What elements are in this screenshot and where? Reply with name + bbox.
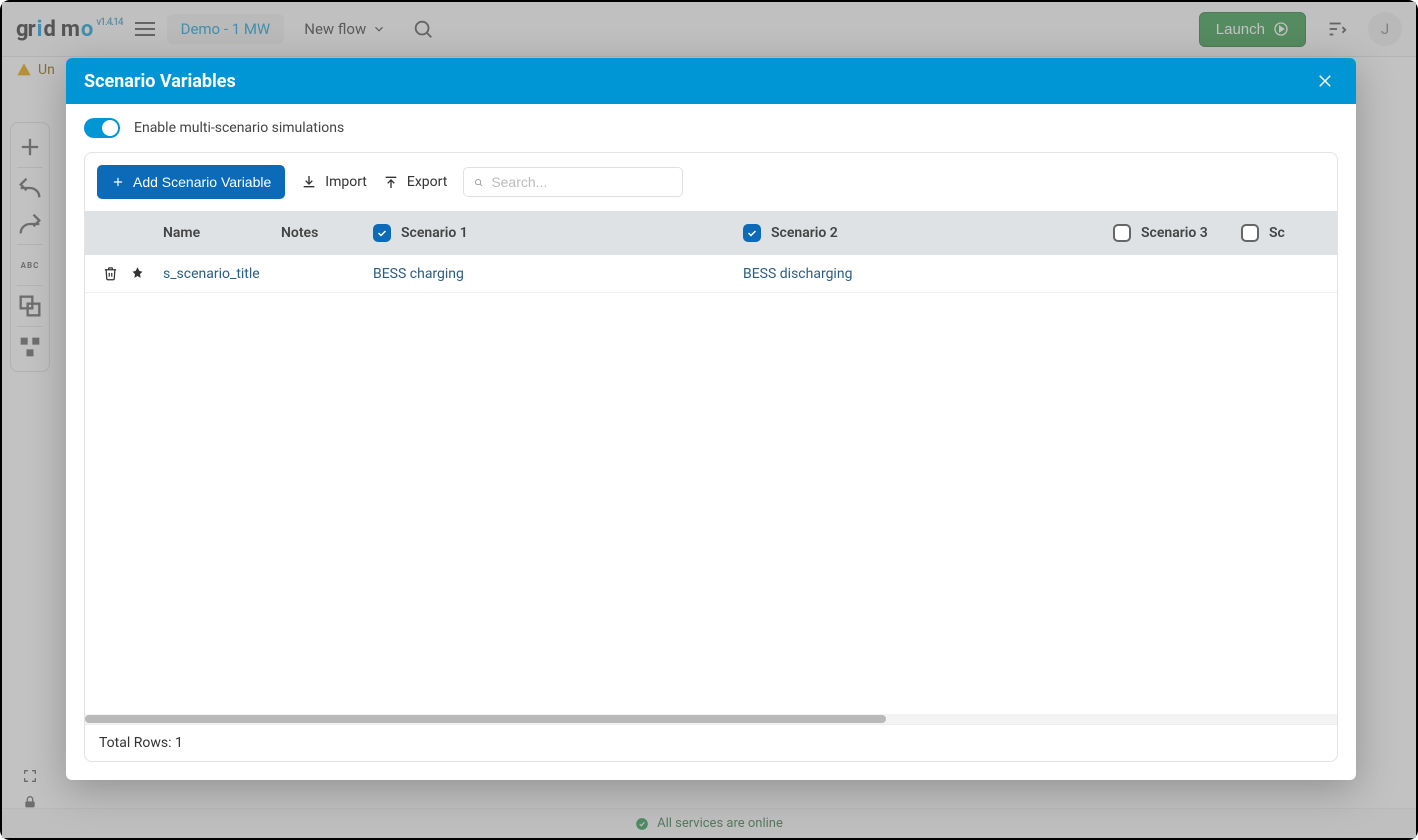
modal-body: Enable multi-scenario simulations Add Sc… [66, 104, 1356, 780]
cell-scenario-2[interactable]: BESS discharging [743, 266, 1113, 282]
trash-icon[interactable] [103, 266, 118, 281]
col-notes-header: Notes [281, 225, 373, 241]
col-scenario-2-header: Scenario 2 [743, 224, 1113, 242]
panel-footer: Total Rows: 1 [85, 724, 1337, 761]
scenario-panel: Add Scenario Variable Import Export [84, 152, 1338, 762]
pin-icon[interactable] [130, 266, 145, 281]
scenario-1-checkbox[interactable] [373, 224, 391, 242]
close-icon [1316, 72, 1334, 90]
add-scenario-variable-button[interactable]: Add Scenario Variable [97, 165, 285, 199]
scenario-variables-modal: Scenario Variables Enable multi-scenario… [66, 58, 1356, 780]
col-scenario-4-header: Sc [1241, 224, 1337, 242]
upload-icon [383, 174, 399, 190]
grid: Name Notes Scenario 1 Scenario 2 Sce [85, 211, 1337, 293]
search-icon [474, 175, 483, 190]
col-scenario-3-header: Scenario 3 [1113, 224, 1241, 242]
scenario-2-checkbox[interactable] [743, 224, 761, 242]
grid-header: Name Notes Scenario 1 Scenario 2 Sce [85, 211, 1337, 255]
cell-name[interactable]: s_scenario_title [163, 266, 281, 282]
plus-icon [111, 175, 125, 189]
enable-multiscenario-label: Enable multi-scenario simulations [134, 120, 344, 136]
horizontal-scrollbar[interactable] [85, 714, 1337, 724]
panel-toolbar: Add Scenario Variable Import Export [85, 153, 1337, 211]
import-button[interactable]: Import [301, 174, 367, 190]
close-button[interactable] [1312, 68, 1338, 94]
cell-scenario-1[interactable]: BESS charging [373, 266, 743, 282]
col-scenario-1-header: Scenario 1 [373, 224, 743, 242]
grid-wrap: Name Notes Scenario 1 Scenario 2 Sce [85, 211, 1337, 724]
col-name-header: Name [163, 225, 281, 241]
export-button[interactable]: Export [383, 174, 447, 190]
scenario-4-checkbox[interactable] [1241, 224, 1259, 242]
modal-header: Scenario Variables [66, 58, 1356, 104]
search-box[interactable] [463, 167, 683, 197]
enable-multiscenario-toggle[interactable] [84, 118, 120, 138]
download-icon [301, 174, 317, 190]
table-row[interactable]: s_scenario_title BESS charging BESS disc… [85, 255, 1337, 293]
modal-title: Scenario Variables [84, 71, 236, 92]
scenario-3-checkbox[interactable] [1113, 224, 1131, 242]
search-input[interactable] [491, 174, 672, 190]
enable-multiscenario-row: Enable multi-scenario simulations [84, 118, 1338, 138]
